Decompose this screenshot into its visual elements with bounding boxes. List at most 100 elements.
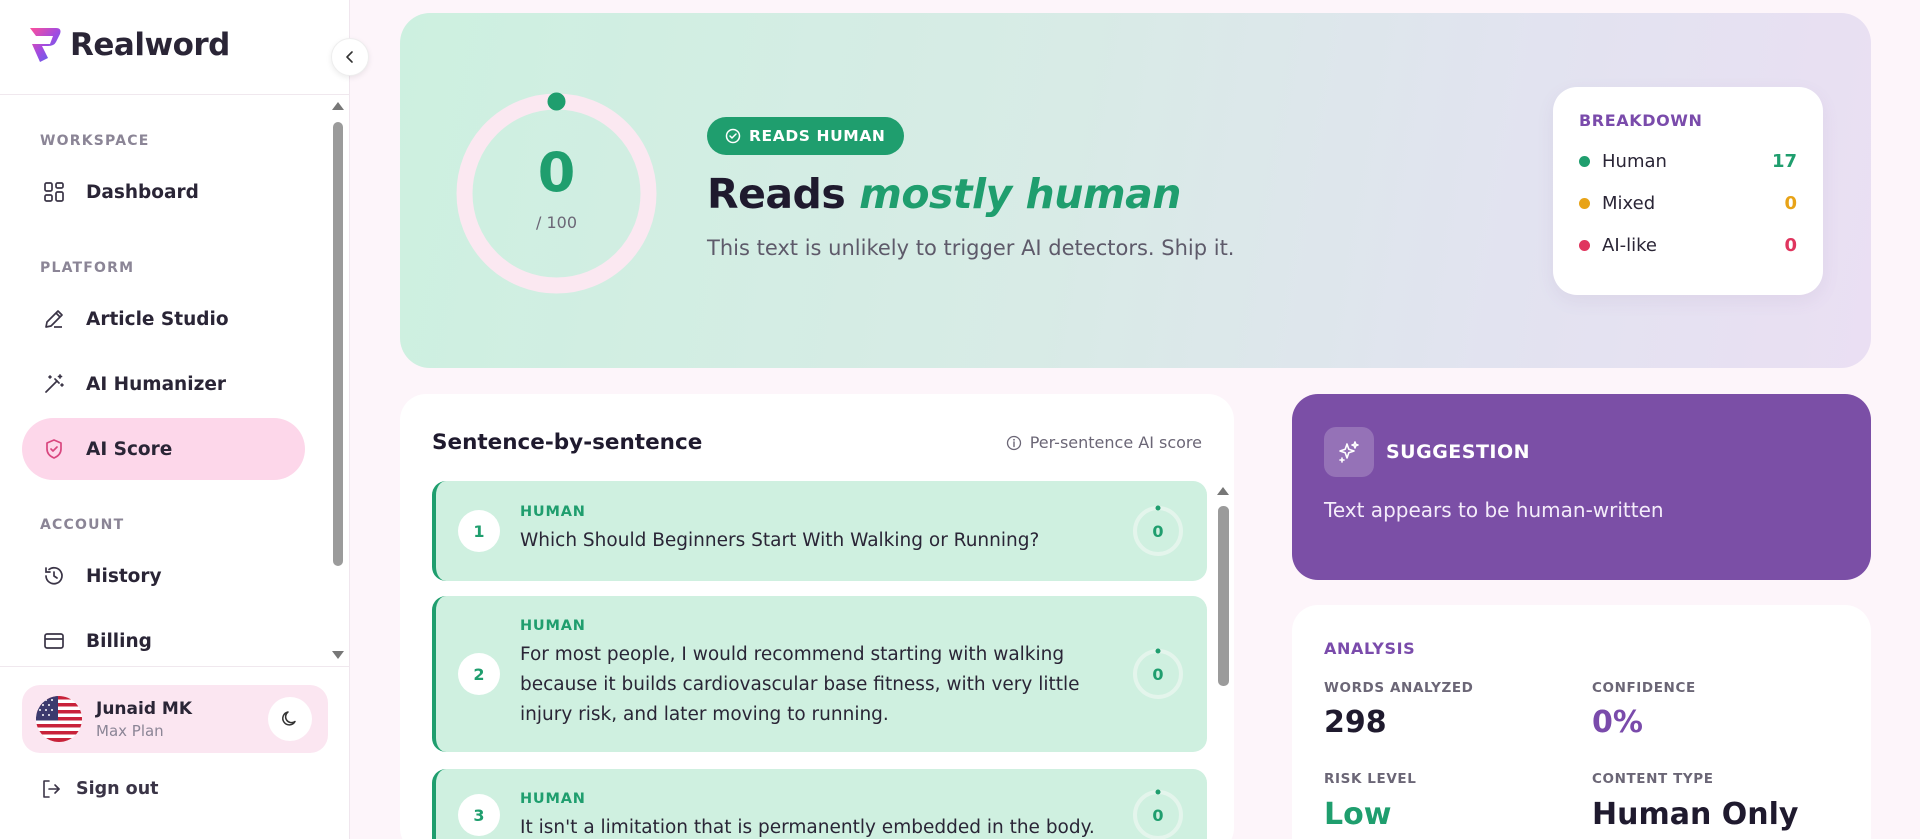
divider: [0, 94, 350, 95]
theme-toggle-button[interactable]: [268, 697, 312, 741]
sentence-number: 1: [458, 510, 500, 552]
words-analyzed-value: 298: [1324, 705, 1387, 740]
magic-wand-icon: [42, 372, 66, 396]
breakdown-label: AI-like: [1602, 235, 1657, 256]
sentence-card[interactable]: 2 HUMAN For most people, I would recomme…: [432, 596, 1207, 752]
breakdown-row-ai-like: AI-like 0: [1579, 235, 1797, 256]
sentence-score: 0: [1152, 664, 1164, 684]
info-icon: [1006, 435, 1021, 450]
risk-level-label: RISK LEVEL: [1324, 771, 1417, 787]
panel-title: Sentence-by-sentence: [432, 430, 703, 455]
sidebar: Realword WORKSPACE Dashboard PLATFORM Ar…: [0, 0, 369, 839]
sidebar-item-label: AI Score: [86, 438, 173, 460]
sidebar-item-label: Billing: [86, 630, 152, 652]
breakdown-value: 0: [1784, 235, 1797, 256]
shield-check-icon: [42, 437, 66, 461]
history-icon: [42, 564, 66, 588]
status-badge-label: READS HUMAN: [749, 127, 886, 145]
sentence-number: 3: [458, 794, 500, 836]
status-badge: READS HUMAN: [707, 117, 904, 155]
sidebar-item-ai-humanizer[interactable]: AI Humanizer: [22, 353, 305, 415]
words-analyzed-label: WORDS ANALYZED: [1324, 680, 1474, 696]
breakdown-value: 17: [1771, 151, 1797, 172]
headline-emphasis: mostly human: [859, 170, 1181, 218]
sidebar-item-article-studio[interactable]: Article Studio: [22, 288, 305, 350]
scroll-up-arrow[interactable]: [332, 102, 344, 110]
user-name: Junaid MK: [96, 698, 193, 719]
ai-score-value: 0: [537, 141, 576, 204]
sentence-text: It isn't a limitation that is permanentl…: [520, 817, 1095, 838]
scroll-up-arrow[interactable]: [1217, 487, 1229, 495]
suggestion-card: SUGGESTION Text appears to be human-writ…: [1292, 394, 1871, 580]
moon-icon: [282, 711, 296, 726]
sidebar-item-dashboard[interactable]: Dashboard: [22, 161, 305, 223]
sentence-card[interactable]: 3 HUMAN It isn't a limitation that is pe…: [432, 769, 1207, 839]
sentence-panel: Sentence-by-sentence Per-sentence AI sco…: [400, 394, 1234, 839]
sentence-score: 0: [1152, 805, 1164, 825]
breakdown-row-mixed: Mixed 0: [1579, 193, 1797, 214]
sidebar-item-label: AI Humanizer: [86, 373, 227, 395]
sidebar-item-label: Article Studio: [86, 308, 229, 330]
chevron-left-icon: [346, 51, 353, 63]
sidebar-item-ai-score[interactable]: AI Score: [22, 418, 305, 480]
grid-icon: [42, 180, 66, 204]
user-plan: Max Plan: [96, 721, 164, 740]
analysis-card: ANALYSIS WORDS ANALYZED 298 CONFIDENCE 0…: [1292, 605, 1871, 839]
scroll-down-arrow[interactable]: [332, 651, 344, 659]
pen-icon: [42, 307, 66, 331]
breakdown-title: BREAKDOWN: [1579, 111, 1703, 130]
human-dot-icon: [1579, 156, 1590, 167]
sentence-tag: HUMAN: [520, 618, 586, 634]
sentence-text: Which Should Beginners Start With Walkin…: [520, 530, 1040, 551]
sentence-card[interactable]: 1 HUMAN Which Should Beginners Start Wit…: [432, 481, 1207, 581]
credit-card-icon: [42, 629, 66, 653]
collapse-sidebar-button[interactable]: [331, 38, 369, 76]
result-headline: Reads mostly human: [707, 170, 1181, 218]
sparkles-icon: [1324, 427, 1374, 477]
breakdown-value: 0: [1784, 193, 1797, 214]
breakdown-row-human: Human 17: [1579, 151, 1797, 172]
brand-name: Realword: [70, 27, 230, 63]
sentence-scrollbar[interactable]: [1218, 506, 1229, 686]
logo-icon: [26, 24, 64, 66]
suggestion-title: SUGGESTION: [1386, 441, 1531, 463]
mixed-dot-icon: [1579, 198, 1590, 209]
breakdown-label: Human: [1602, 151, 1667, 172]
logout-icon: [43, 780, 60, 798]
panel-meta-label: Per-sentence AI score: [1029, 433, 1202, 452]
sentence-number: 2: [458, 653, 500, 695]
sidebar-item-history[interactable]: History: [22, 545, 305, 607]
confidence-value: 0%: [1592, 705, 1643, 740]
sentence-tag: HUMAN: [520, 504, 586, 520]
result-subtext: This text is unlikely to trigger AI dete…: [707, 236, 1235, 260]
sidebar-item-billing[interactable]: Billing: [22, 610, 305, 672]
ai-like-dot-icon: [1579, 240, 1590, 251]
confidence-label: CONFIDENCE: [1592, 680, 1696, 696]
breakdown-card: BREAKDOWN Human 17 Mixed 0 AI-like 0: [1553, 87, 1823, 295]
panel-meta: Per-sentence AI score: [1006, 433, 1202, 452]
sentence-text: For most people, I would recommend start…: [520, 644, 1080, 725]
check-circle-icon: [725, 128, 741, 144]
section-platform: PLATFORM: [40, 260, 135, 276]
sentence-tag: HUMAN: [520, 791, 586, 807]
analysis-title: ANALYSIS: [1324, 639, 1416, 658]
brand-logo[interactable]: Realword: [26, 24, 230, 66]
avatar: [36, 696, 82, 742]
content-type-label: CONTENT TYPE: [1592, 771, 1714, 787]
divider: [0, 666, 350, 667]
sidebar-scrollbar[interactable]: [333, 122, 343, 566]
headline-plain: Reads: [707, 170, 846, 218]
sidebar-item-label: History: [86, 565, 162, 587]
section-workspace: WORKSPACE: [40, 133, 150, 149]
ai-score-max: / 100: [535, 213, 577, 232]
sidebar-item-label: Dashboard: [86, 181, 199, 203]
suggestion-text: Text appears to be human-written: [1324, 498, 1664, 522]
section-account: ACCOUNT: [40, 517, 125, 533]
breakdown-label: Mixed: [1602, 193, 1656, 214]
sign-out-label: Sign out: [76, 779, 159, 799]
user-card[interactable]: Junaid MK Max Plan: [22, 685, 328, 753]
risk-level-value: Low: [1324, 797, 1392, 832]
sentence-score: 0: [1152, 521, 1164, 541]
content-type-value: Human Only: [1592, 797, 1799, 832]
sign-out-button[interactable]: Sign out: [40, 778, 159, 800]
